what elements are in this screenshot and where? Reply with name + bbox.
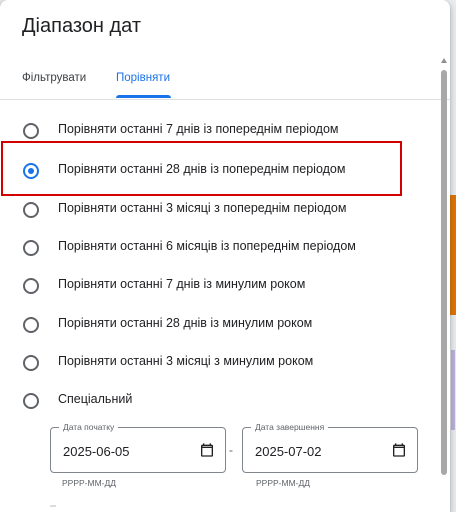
option-7-days-last-year[interactable]: Порівняти останні 7 днів із минулим роко… — [0, 266, 440, 304]
end-date-label: Дата завершення — [251, 421, 329, 433]
start-date-value[interactable]: 2025-06-05 — [63, 444, 130, 459]
end-date-value[interactable]: 2025-07-02 — [255, 444, 322, 459]
radio-button[interactable] — [23, 278, 39, 294]
end-date-format-hint: РРРР-ММ-ДД — [256, 478, 311, 488]
start-date-label: Дата початку — [59, 421, 119, 433]
radio-button[interactable] — [23, 123, 39, 139]
tab-bar: Фільтрувати Порівняти — [0, 62, 450, 100]
radio-button[interactable] — [23, 202, 39, 218]
divider — [50, 505, 56, 507]
option-label: Порівняти останні 6 місяців із попередні… — [58, 239, 356, 253]
active-tab-indicator — [116, 95, 171, 98]
option-label: Порівняти останні 7 днів із минулим роко… — [58, 277, 306, 291]
option-3-months-previous[interactable]: Порівняти останні 3 місяці з попереднім … — [0, 190, 440, 228]
option-6-months-previous[interactable]: Порівняти останні 6 місяців із попередні… — [0, 228, 440, 266]
radio-button[interactable] — [23, 240, 39, 256]
option-label: Порівняти останні 28 днів із попереднім … — [58, 162, 346, 176]
radio-button[interactable] — [23, 355, 39, 371]
scroll-up-icon[interactable] — [441, 58, 447, 63]
option-label: Порівняти останні 3 місяці з минулим рок… — [58, 354, 314, 368]
scrollbar[interactable] — [439, 55, 449, 512]
start-date-field[interactable]: Дата початку 2025-06-05 — [50, 421, 226, 473]
option-3-months-last-year[interactable]: Порівняти останні 3 місяці з минулим рок… — [0, 343, 440, 381]
calendar-icon[interactable] — [391, 442, 407, 458]
option-label: Спеціальний — [58, 392, 133, 406]
radio-button[interactable] — [23, 317, 39, 333]
background-mark — [451, 350, 455, 430]
end-date-field[interactable]: Дата завершення 2025-07-02 — [242, 421, 418, 473]
radio-button-checked[interactable] — [23, 163, 39, 179]
dialog-title: Діапазон дат — [22, 15, 142, 37]
date-range-separator: - — [229, 443, 233, 457]
option-label: Порівняти останні 3 місяці з попереднім … — [58, 201, 347, 215]
option-28-days-previous[interactable]: Порівняти останні 28 днів із попереднім … — [0, 151, 440, 189]
start-date-format-hint: РРРР-ММ-ДД — [62, 478, 117, 488]
option-28-days-last-year[interactable]: Порівняти останні 28 днів із минулим рок… — [0, 305, 440, 343]
date-range-dialog: Діапазон дат Фільтрувати Порівняти Порів… — [0, 0, 450, 512]
option-custom[interactable]: Спеціальний — [0, 381, 440, 419]
radio-button[interactable] — [23, 393, 39, 409]
option-7-days-previous[interactable]: Порівняти останні 7 днів із попереднім п… — [0, 111, 440, 149]
option-label: Порівняти останні 28 днів із минулим рок… — [58, 316, 313, 330]
tab-compare[interactable]: Порівняти — [116, 72, 170, 84]
option-label: Порівняти останні 7 днів із попереднім п… — [58, 122, 339, 136]
tab-filter[interactable]: Фільтрувати — [22, 72, 86, 84]
scrollbar-thumb[interactable] — [441, 70, 447, 475]
calendar-icon[interactable] — [199, 442, 215, 458]
